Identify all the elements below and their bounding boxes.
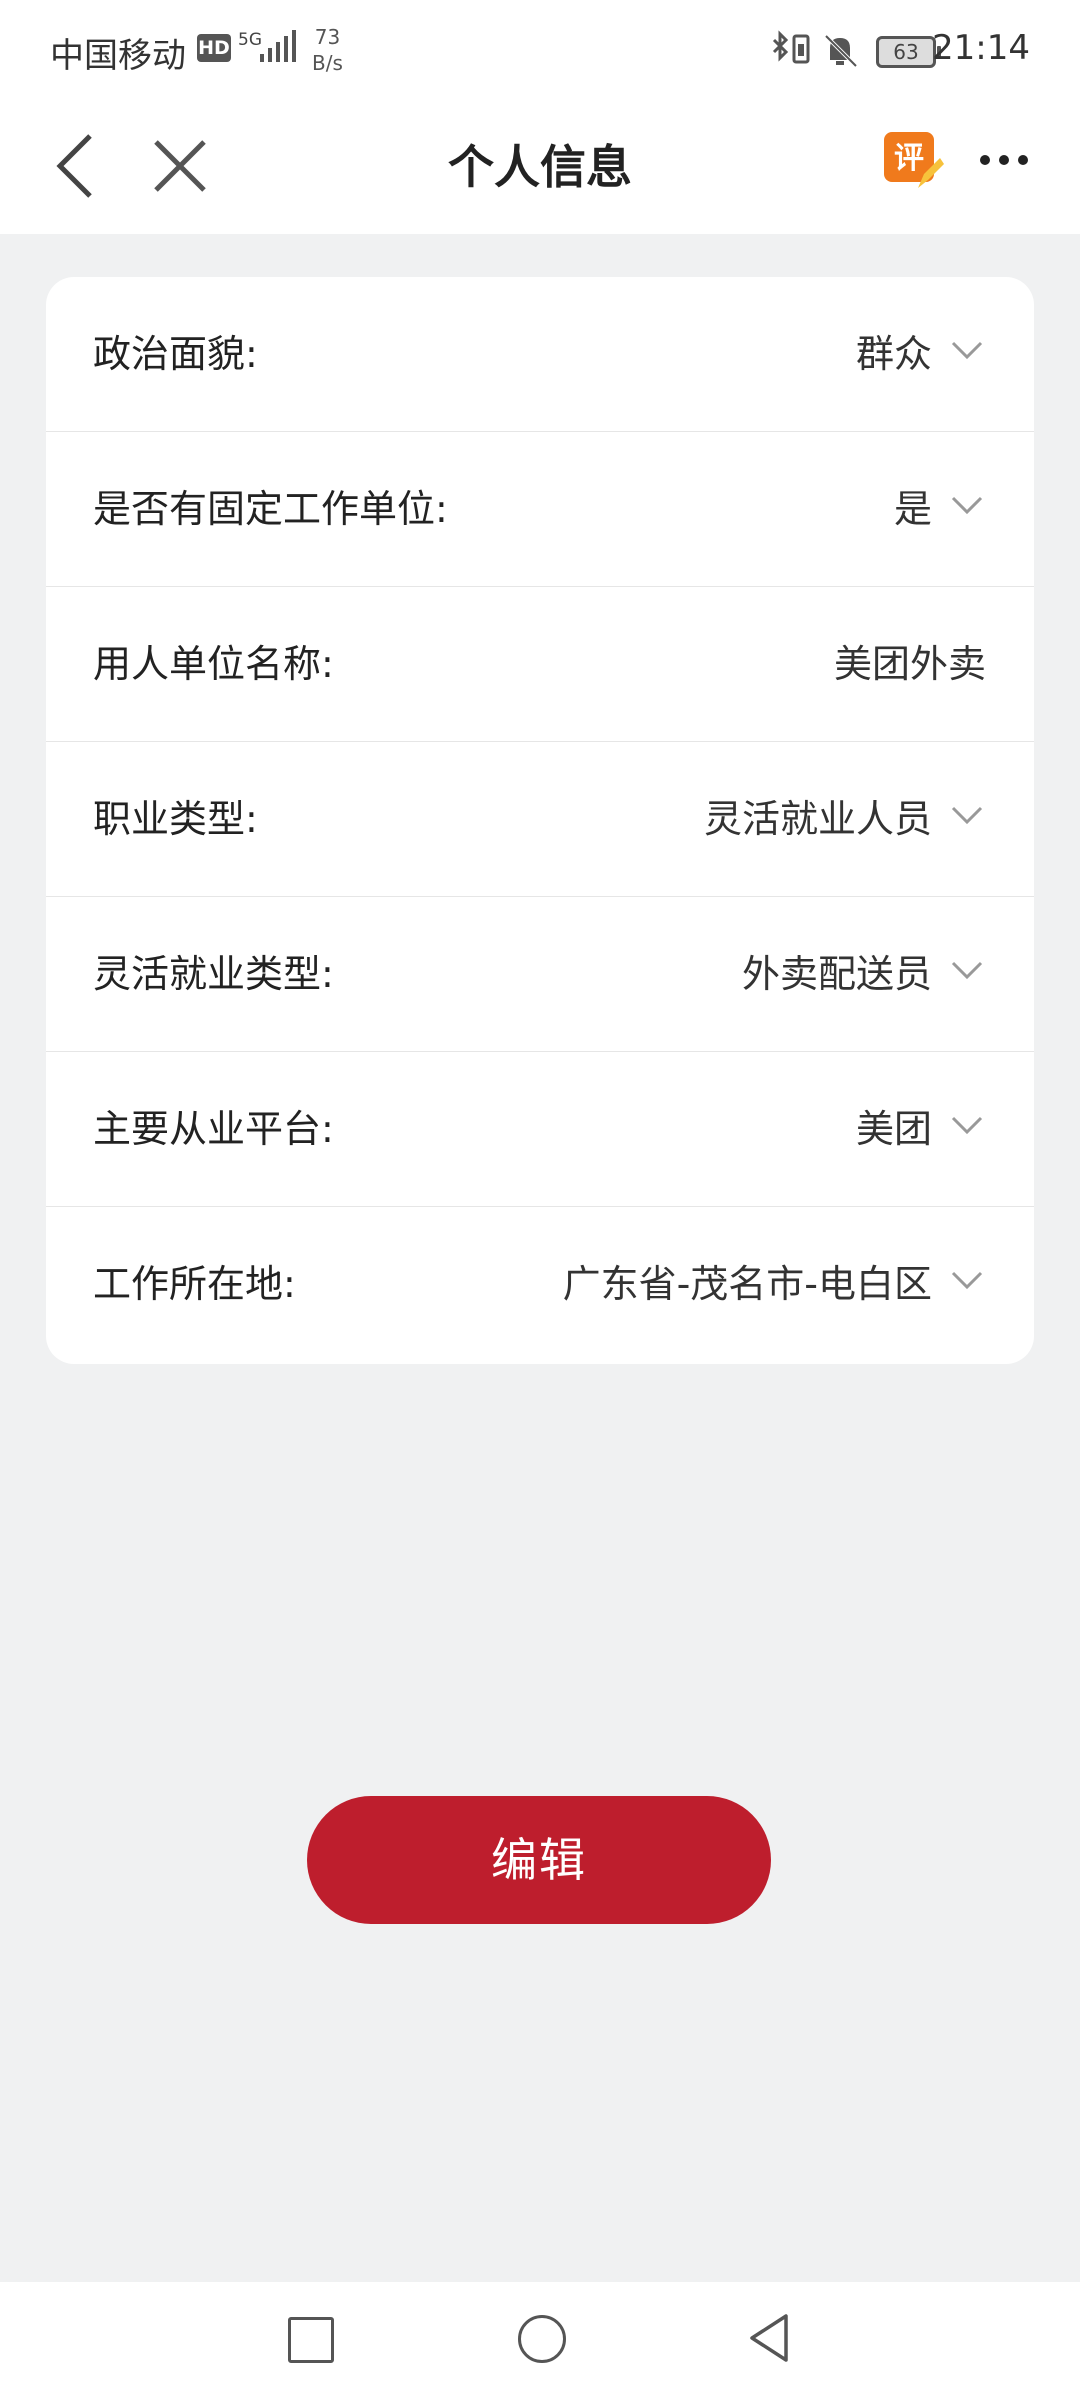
- field-value: 广东省-茂名市-电白区: [562, 1262, 932, 1306]
- form-row-fixed-employer[interactable]: 是否有固定工作单位: 是: [46, 432, 1034, 587]
- network-speed: 73 B/s: [312, 24, 343, 76]
- speed-unit: B/s: [312, 51, 343, 75]
- field-value: 灵活就业人员: [703, 797, 932, 841]
- close-button[interactable]: [150, 126, 210, 206]
- edit-button[interactable]: 编辑: [307, 1796, 771, 1924]
- speed-value: 73: [314, 25, 341, 49]
- back-triangle-icon[interactable]: [746, 2312, 792, 2364]
- field-value: 美团外卖: [833, 642, 986, 686]
- field-value: 是: [893, 487, 932, 531]
- close-icon: [154, 140, 206, 192]
- field-value: 外卖配送员: [741, 952, 932, 996]
- field-label: 是否有固定工作单位:: [93, 487, 448, 531]
- form-row-main-platform[interactable]: 主要从业平台: 美团: [46, 1052, 1034, 1207]
- personal-info-card: 政治面貌: 群众 是否有固定工作单位: 是 用人单位名称: 美团外卖 职业类型:…: [46, 277, 1034, 1364]
- form-row-work-location[interactable]: 工作所在地: 广东省-茂名市-电白区: [46, 1207, 1034, 1362]
- back-button[interactable]: [48, 126, 108, 206]
- field-value: 美团: [855, 1107, 932, 1151]
- field-label: 主要从业平台:: [93, 1107, 334, 1151]
- chevron-down-icon: [951, 496, 983, 515]
- field-value: 群众: [855, 332, 932, 376]
- system-nav-bar: [0, 2282, 1080, 2400]
- signal-icon: [258, 28, 298, 68]
- status-bar: 中国移动 HD 5G 73 B/s 63 21:14: [0, 0, 1080, 100]
- home-icon[interactable]: [518, 2315, 566, 2363]
- more-icon: [980, 155, 1028, 165]
- form-row-political-status[interactable]: 政治面貌: 群众: [46, 277, 1034, 432]
- rate-badge-text: 评: [894, 141, 924, 176]
- chevron-down-icon: [951, 341, 983, 360]
- bluetooth-vibrate-mute-icons: [772, 30, 858, 68]
- more-button[interactable]: [975, 140, 1035, 180]
- field-label: 工作所在地:: [93, 1262, 296, 1306]
- field-label: 职业类型:: [93, 797, 258, 841]
- chevron-down-icon: [951, 1116, 983, 1135]
- clock: 21:14: [932, 28, 1030, 68]
- recent-apps-icon[interactable]: [288, 2317, 334, 2363]
- field-label: 政治面貌:: [93, 332, 258, 376]
- field-label: 用人单位名称:: [93, 642, 334, 686]
- nav-bar: 个人信息 评: [0, 100, 1080, 234]
- chevron-down-icon: [951, 961, 983, 980]
- chevron-left-icon: [56, 134, 92, 198]
- rate-button[interactable]: 评: [882, 130, 944, 192]
- chevron-down-icon: [951, 1271, 983, 1290]
- form-row-flexible-employment-type[interactable]: 灵活就业类型: 外卖配送员: [46, 897, 1034, 1052]
- carrier-name: 中国移动: [50, 36, 186, 76]
- chevron-down-icon: [951, 806, 983, 825]
- battery-icon: 63: [876, 36, 941, 68]
- form-row-employer-name: 用人单位名称: 美团外卖: [46, 587, 1034, 742]
- form-row-occupation-type[interactable]: 职业类型: 灵活就业人员: [46, 742, 1034, 897]
- hd-badge: HD: [197, 34, 231, 62]
- rate-icon: 评: [884, 132, 944, 188]
- field-label: 灵活就业类型:: [93, 952, 334, 996]
